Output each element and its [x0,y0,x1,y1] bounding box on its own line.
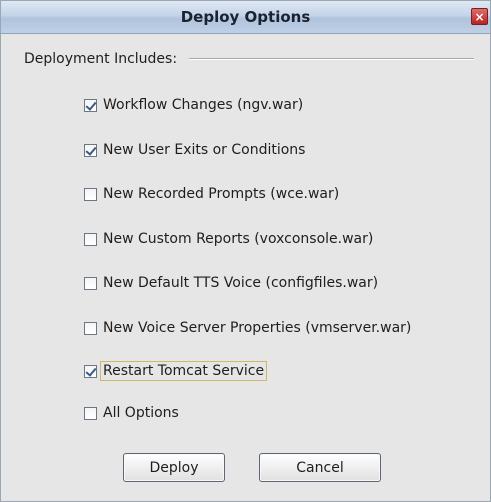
deploy-options-dialog: Deploy Options × Deployment Includes: Wo… [0,0,491,502]
deployment-includes-group: Deployment Includes: [24,49,474,69]
option-new-default-tts-voice[interactable]: New Default TTS Voice (configfiles.war) [84,272,378,294]
deploy-button[interactable]: Deploy [123,453,225,482]
checkbox-icon[interactable] [84,232,97,246]
option-workflow-changes[interactable]: Workflow Changes (ngv.war) [84,94,303,116]
option-new-voice-server-properties[interactable]: New Voice Server Properties (vmserver.wa… [84,317,411,339]
title-bar[interactable]: Deploy Options × [1,1,490,34]
checkbox-icon[interactable] [84,321,97,335]
cancel-button[interactable]: Cancel [259,453,381,482]
group-label: Deployment Includes: [24,51,178,67]
checkbox-icon[interactable] [84,143,97,157]
option-label: All Options [103,405,179,421]
option-label: Workflow Changes (ngv.war) [103,97,304,113]
option-label: New Default TTS Voice (configfiles.war) [103,275,379,291]
group-divider [189,58,474,60]
option-new-recorded-prompts[interactable]: New Recorded Prompts (wce.war) [84,183,339,205]
checkbox-icon[interactable] [84,276,97,290]
checkbox-icon[interactable] [84,187,97,201]
option-all-options[interactable]: All Options [84,402,179,424]
option-label: New Recorded Prompts (wce.war) [103,186,340,202]
option-label: New Voice Server Properties (vmserver.wa… [103,320,412,336]
checkbox-icon[interactable] [84,98,97,112]
option-restart-tomcat-service[interactable]: Restart Tomcat Service [84,360,268,382]
option-new-user-exits[interactable]: New User Exits or Conditions [84,139,305,161]
option-new-custom-reports[interactable]: New Custom Reports (voxconsole.war) [84,228,373,250]
checkbox-icon[interactable] [84,364,97,378]
option-label: New User Exits or Conditions [103,142,306,158]
option-label: New Custom Reports (voxconsole.war) [103,231,374,247]
checkbox-icon[interactable] [84,406,97,420]
close-icon[interactable]: × [471,8,488,25]
option-label: Restart Tomcat Service [100,361,268,381]
dialog-title: Deploy Options [180,8,311,26]
